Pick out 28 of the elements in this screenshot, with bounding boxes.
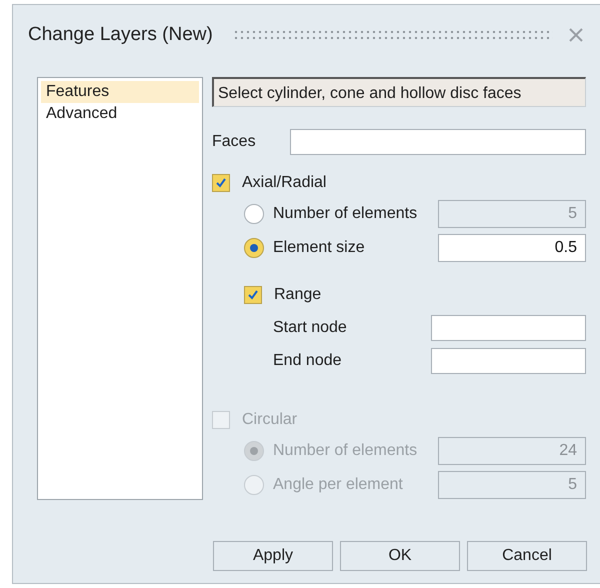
node-field[interactable] bbox=[431, 348, 586, 374]
field-label: End node bbox=[273, 352, 343, 370]
dialog-button[interactable]: OK bbox=[340, 541, 460, 571]
sidebar-item[interactable]: Advanced bbox=[41, 103, 199, 125]
checkbox-label: Circular bbox=[242, 410, 298, 429]
node-field[interactable] bbox=[431, 314, 586, 341]
close-icon[interactable] bbox=[568, 28, 583, 42]
faces-field[interactable] bbox=[290, 129, 586, 156]
checkbox[interactable] bbox=[212, 174, 230, 192]
dialog-button[interactable]: Cancel bbox=[467, 541, 587, 571]
radio-label: Angle per element bbox=[273, 476, 404, 494]
dialog-button[interactable]: Apply bbox=[213, 541, 333, 571]
field-label: Start node bbox=[273, 318, 348, 337]
sidebar-item[interactable]: Features bbox=[41, 81, 199, 103]
checkmark-icon bbox=[215, 176, 227, 189]
radio-label: Element size bbox=[273, 238, 366, 257]
prompt-text: Select cylinder, cone and hollow disc faces bbox=[212, 77, 586, 107]
checkmark-icon bbox=[247, 289, 259, 302]
checkbox-label: Axial/Radial bbox=[242, 174, 326, 192]
radio-button[interactable] bbox=[244, 204, 264, 224]
radio-label: Number of elements bbox=[273, 204, 418, 223]
radio-label: Number of elements bbox=[273, 442, 418, 460]
checkbox-label: Range bbox=[274, 286, 322, 304]
radio-button[interactable] bbox=[244, 238, 264, 258]
number-field[interactable]: 0.5 bbox=[438, 234, 586, 262]
checkbox[interactable] bbox=[244, 286, 262, 304]
window-title: Change Layers (New) bbox=[28, 24, 213, 46]
field-label: Faces bbox=[212, 133, 257, 152]
